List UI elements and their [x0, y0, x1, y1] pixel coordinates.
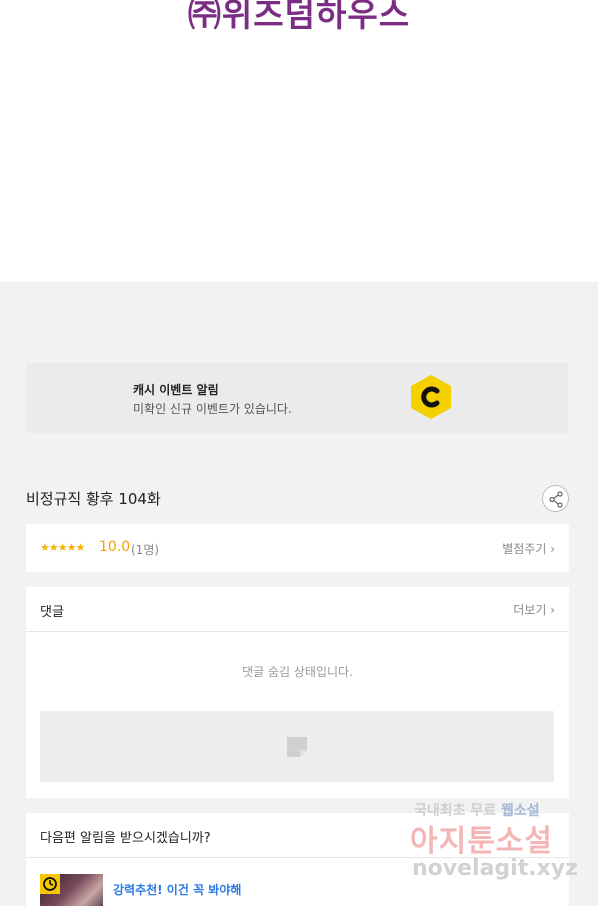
watermark-line2: 아지툰소설 [410, 824, 553, 859]
share-button[interactable] [542, 485, 569, 512]
notify-title: 다음편 알림을 받으시겠습니까? [40, 831, 211, 846]
cash-c-icon [411, 375, 451, 419]
comment-card: 댓글 더보기 › 댓글 숨김 상태입니다. [26, 587, 569, 798]
rating-score: 10.0 [99, 539, 131, 555]
rate-button[interactable]: 별점주기 › [502, 540, 555, 557]
recommend-tag[interactable]: 강력추천! 이건 꼭 봐야해 [113, 881, 241, 898]
top-content-area: ㈜위즈덤하우스 [0, 0, 598, 282]
comment-header: 댓글 더보기 › [26, 587, 569, 632]
recommend-title[interactable]: ... [113, 901, 125, 906]
event-banner-title: 캐시 이벤트 알림 [133, 383, 219, 397]
comment-hidden-notice: 댓글 숨김 상태입니다. [242, 665, 353, 679]
episode-title: 비정규직 황후 104화 [26, 490, 161, 508]
site-watermark: 국내최초 무료 웹소설 아지툰소설 novelagit.xyz [410, 798, 590, 888]
cash-event-banner[interactable]: 캐시 이벤트 알림 미확인 신규 이벤트가 있습니다. [26, 363, 568, 433]
comment-more-link[interactable]: 더보기 › [513, 601, 555, 618]
rating-count: (1명) [131, 543, 160, 557]
comment-title: 댓글 [40, 605, 64, 620]
comment-ad-placeholder [40, 711, 554, 782]
recommend-thumbnail[interactable] [40, 874, 103, 906]
watermark-line3: novelagit.xyz [412, 856, 578, 881]
publisher-logo: ㈜위즈덤하우스 [187, 0, 411, 34]
rating-stars: ★★★★★ [40, 541, 85, 554]
event-banner-subtitle: 미확인 신규 이벤트가 있습니다. [133, 402, 292, 416]
share-icon [549, 491, 563, 508]
image-placeholder-icon [287, 737, 307, 757]
clock-icon [40, 874, 60, 894]
rating-card: ★★★★★ 10.0 (1명) 별점주기 › [26, 524, 569, 572]
